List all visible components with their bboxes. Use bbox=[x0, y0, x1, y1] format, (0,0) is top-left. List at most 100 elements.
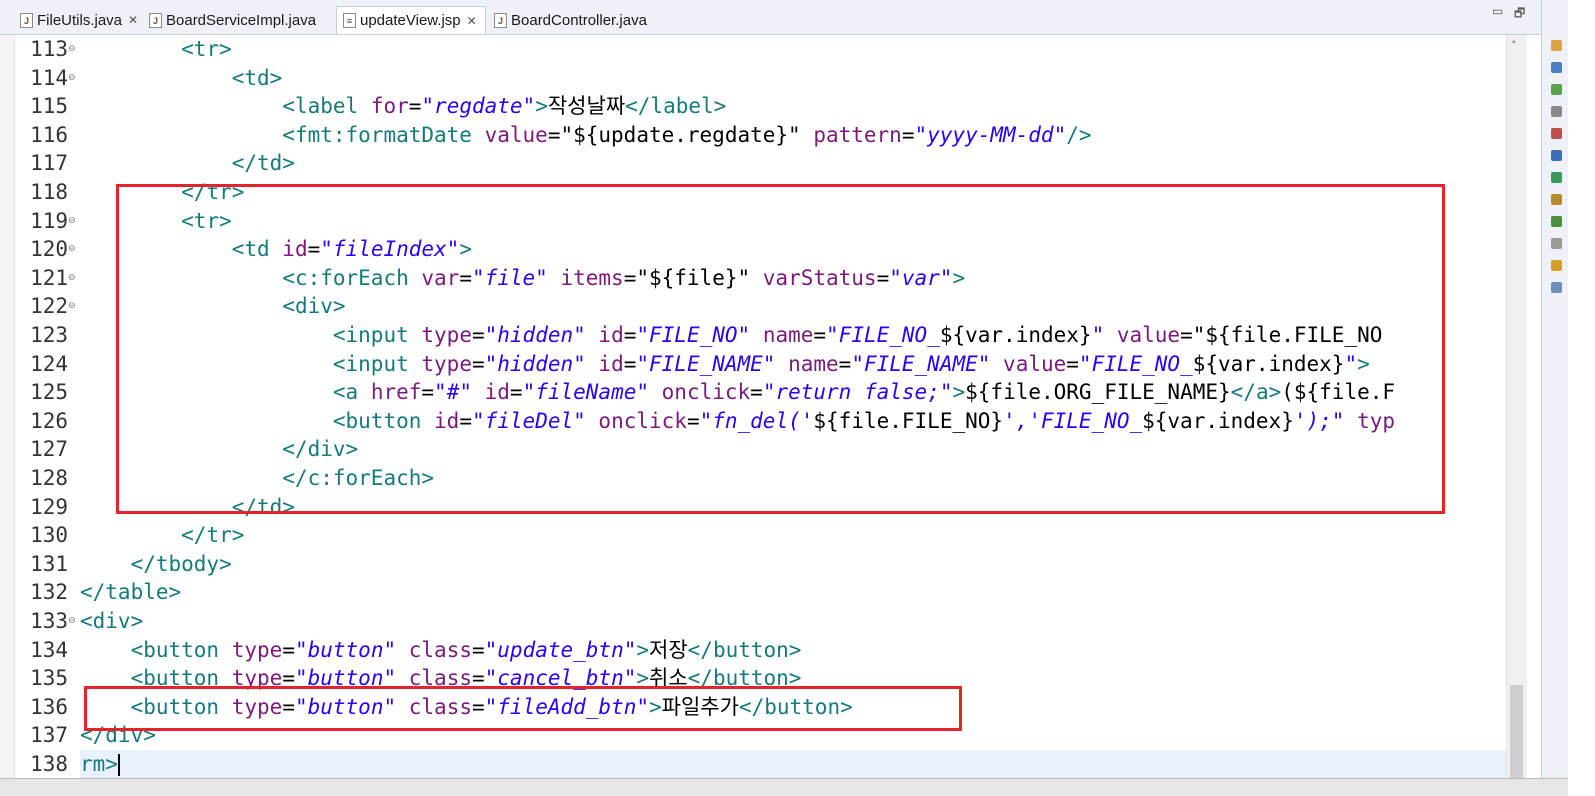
code-token: = bbox=[282, 637, 295, 662]
code-token: = bbox=[901, 122, 915, 147]
line-number: 134 bbox=[30, 637, 68, 662]
fold-toggle-icon[interactable]: ⊖ bbox=[68, 607, 76, 636]
fold-toggle-icon[interactable]: ⊖ bbox=[68, 264, 76, 293]
line-number: 123 bbox=[30, 323, 68, 347]
tab-boardcontroller[interactable]: J BoardController.java bbox=[488, 6, 668, 34]
minimize-icon[interactable]: ▭ bbox=[1492, 4, 1503, 18]
problems-icon[interactable] bbox=[1551, 128, 1562, 139]
line-number: 127 bbox=[30, 437, 68, 462]
code-line[interactable]: <tr> bbox=[80, 35, 232, 64]
code-token: /> bbox=[1066, 122, 1092, 147]
code-line[interactable]: <fmt:formatDate value="${update.regdate}… bbox=[80, 121, 1092, 150]
tab-updateview[interactable]: ≡ updateView.jsp ✕ bbox=[336, 6, 486, 34]
line-number: 113 bbox=[30, 37, 68, 61]
code-token: <label bbox=[282, 94, 371, 119]
line-number: 126 bbox=[30, 408, 68, 433]
line-number: 132 bbox=[30, 580, 68, 605]
vertical-scrollbar[interactable]: ˄ bbox=[1506, 35, 1527, 792]
java-file-icon: J bbox=[494, 12, 507, 28]
properties-icon[interactable] bbox=[1551, 238, 1562, 249]
code-token: rm> bbox=[80, 752, 118, 776]
line-number: 138 bbox=[30, 752, 68, 776]
highlight-box-fileindex bbox=[116, 184, 1445, 514]
code-line[interactable]: </tbody> bbox=[80, 550, 232, 579]
package-icon[interactable] bbox=[1551, 84, 1562, 95]
code-token: </button> bbox=[687, 637, 802, 662]
code-line[interactable]: <div> bbox=[80, 607, 143, 636]
restore-icon[interactable]: 🗗 bbox=[1514, 4, 1525, 25]
code-token: </tbody> bbox=[130, 551, 232, 576]
code-token: pattern bbox=[813, 122, 902, 147]
code-token: <tr> bbox=[181, 37, 232, 61]
code-line[interactable]: <label for="regdate">작성날짜</label> bbox=[80, 92, 726, 121]
code-token: type bbox=[231, 637, 283, 662]
line-number: 125 bbox=[30, 380, 68, 405]
window-frame-bottom bbox=[0, 778, 1568, 796]
code-token: 저장 bbox=[649, 637, 688, 662]
side-toolbar bbox=[1541, 0, 1569, 795]
console-icon[interactable] bbox=[1551, 150, 1562, 161]
hierarchy-icon[interactable] bbox=[1551, 106, 1562, 117]
task-list-icon[interactable] bbox=[1551, 62, 1562, 73]
code-token: </tr> bbox=[181, 523, 245, 548]
line-number: 115 bbox=[30, 94, 68, 119]
text-caret bbox=[117, 754, 120, 776]
code-line[interactable]: <td> bbox=[80, 64, 283, 93]
tab-fileutils[interactable]: J FileUtils.java ✕ bbox=[14, 6, 139, 34]
fold-toggle-icon[interactable]: ⊖ bbox=[68, 64, 76, 93]
code-token: "update_btn" bbox=[484, 637, 637, 662]
data-source-icon[interactable] bbox=[1551, 282, 1562, 293]
code-token: <fmt:formatDate bbox=[282, 122, 485, 147]
code-line[interactable]: </tr> bbox=[80, 521, 244, 550]
code-token: </td> bbox=[231, 151, 295, 176]
line-number: 119 bbox=[30, 208, 68, 233]
code-line[interactable]: </table> bbox=[80, 578, 181, 607]
bookmarks-icon[interactable] bbox=[1551, 260, 1562, 271]
code-token: <td> bbox=[231, 65, 283, 90]
search-icon[interactable] bbox=[1551, 194, 1562, 205]
line-number: 114 bbox=[30, 65, 68, 90]
close-icon[interactable]: ✕ bbox=[128, 13, 138, 27]
annotation-ruler bbox=[0, 35, 15, 792]
code-token: "button" bbox=[294, 637, 409, 662]
tab-boardserviceimpl[interactable]: J BoardServiceImpl.java bbox=[143, 6, 333, 34]
line-number: 118 bbox=[30, 180, 68, 204]
code-line[interactable]: <button type="button" class="update_btn"… bbox=[80, 636, 802, 665]
code-token: <div> bbox=[80, 609, 144, 633]
code-token: </table> bbox=[80, 580, 182, 605]
window-frame bbox=[1568, 0, 1595, 795]
code-line[interactable]: </td> bbox=[80, 149, 295, 178]
tab-label: FileUtils.java bbox=[37, 11, 123, 29]
junit-icon[interactable] bbox=[1551, 216, 1562, 227]
code-token: value bbox=[484, 122, 548, 147]
code-token: > bbox=[636, 637, 650, 662]
scroll-up-icon[interactable]: ˄ bbox=[1511, 39, 1517, 52]
fold-toggle-icon[interactable]: ⊖ bbox=[68, 207, 76, 236]
line-number: 130 bbox=[30, 523, 68, 548]
jsp-file-icon: ≡ bbox=[343, 13, 356, 28]
close-icon[interactable]: ✕ bbox=[467, 14, 477, 28]
tab-label: BoardController.java bbox=[511, 11, 647, 29]
line-number: 135 bbox=[30, 666, 68, 691]
servers-icon[interactable] bbox=[1551, 172, 1562, 183]
line-number-gutter: 113 ⊖ 114 ⊖ 115 116 117 118 119 ⊖ 120 ⊖ 121 ⊖ 122 ⊖ 123 1… bbox=[0, 35, 80, 792]
fold-toggle-icon[interactable]: ⊖ bbox=[68, 292, 76, 321]
line-number: 131 bbox=[30, 551, 68, 576]
tab-label: BoardServiceImpl.java bbox=[166, 11, 317, 29]
outline-icon[interactable] bbox=[1551, 40, 1562, 51]
code-line[interactable]: rm> bbox=[80, 750, 1506, 779]
line-number: 137 bbox=[30, 723, 68, 748]
line-number: 121 bbox=[30, 265, 68, 290]
scrollbar-thumb[interactable] bbox=[1510, 685, 1523, 785]
line-number: 120 bbox=[30, 237, 68, 262]
fold-toggle-icon[interactable]: ⊖ bbox=[68, 235, 76, 264]
code-token: "regdate" bbox=[421, 94, 536, 119]
fold-toggle-icon[interactable]: ⊖ bbox=[68, 35, 76, 64]
code-token: 작성날짜 bbox=[547, 94, 626, 119]
